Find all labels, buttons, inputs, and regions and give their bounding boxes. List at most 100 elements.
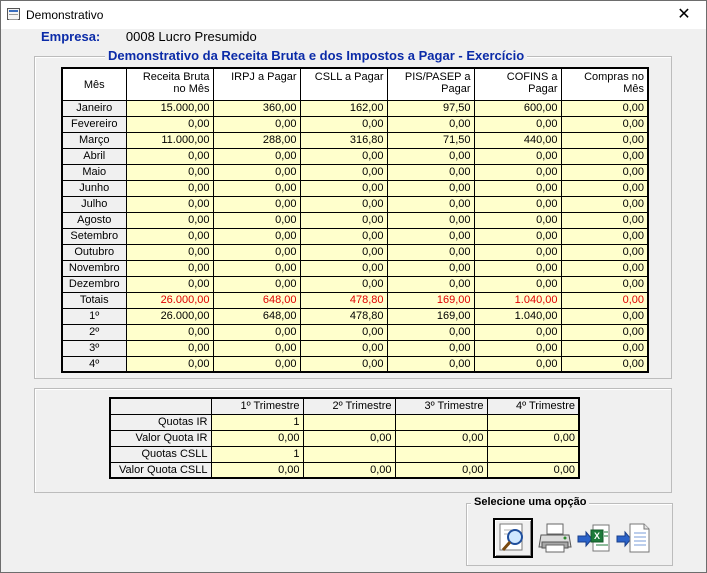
- table-cell[interactable]: 0,00: [299, 275, 388, 293]
- table-cell[interactable]: 0,00: [125, 275, 214, 293]
- table-cell[interactable]: 0,00: [473, 227, 562, 245]
- table-cell[interactable]: 1: [210, 413, 304, 431]
- table-cell[interactable]: 0,00: [212, 211, 301, 229]
- table-cell[interactable]: 0,00: [125, 163, 214, 181]
- table-cell[interactable]: 288,00: [212, 131, 301, 149]
- table-cell[interactable]: 0,00: [386, 211, 475, 229]
- table-cell[interactable]: 0,00: [560, 131, 649, 149]
- table-cell[interactable]: 0,00: [560, 259, 649, 277]
- table-cell[interactable]: 0,00: [473, 275, 562, 293]
- table-cell[interactable]: 0,00: [386, 163, 475, 181]
- table-cell[interactable]: 0,00: [299, 179, 388, 197]
- table-cell[interactable]: [394, 445, 488, 463]
- table-cell[interactable]: 0,00: [212, 323, 301, 341]
- table-cell[interactable]: 0,00: [212, 195, 301, 213]
- table-cell[interactable]: 0,00: [212, 147, 301, 165]
- table-cell[interactable]: 0,00: [560, 227, 649, 245]
- close-button[interactable]: ✕: [662, 1, 706, 29]
- table-cell[interactable]: 0,00: [473, 147, 562, 165]
- table-cell[interactable]: 0,00: [560, 323, 649, 341]
- table-cell[interactable]: 0,00: [386, 323, 475, 341]
- table-cell[interactable]: 0,00: [125, 339, 214, 357]
- table-cell[interactable]: 0,00: [473, 179, 562, 197]
- table-cell[interactable]: 0,00: [299, 355, 388, 373]
- table-cell[interactable]: 0,00: [125, 179, 214, 197]
- table-cell[interactable]: 1.040,00: [473, 291, 562, 309]
- table-cell[interactable]: 169,00: [386, 291, 475, 309]
- table-cell[interactable]: 648,00: [212, 307, 301, 325]
- table-cell[interactable]: 600,00: [473, 99, 562, 117]
- table-cell[interactable]: 0,00: [386, 179, 475, 197]
- table-cell[interactable]: 0,00: [299, 339, 388, 357]
- table-cell[interactable]: 0,00: [212, 227, 301, 245]
- table-cell[interactable]: 0,00: [299, 243, 388, 261]
- table-cell[interactable]: 0,00: [386, 275, 475, 293]
- table-cell[interactable]: 0,00: [212, 243, 301, 261]
- table-cell[interactable]: 0,00: [212, 179, 301, 197]
- table-cell[interactable]: 0,00: [486, 429, 580, 447]
- table-cell[interactable]: 71,50: [386, 131, 475, 149]
- table-cell[interactable]: 26.000,00: [125, 307, 214, 325]
- table-cell[interactable]: 0,00: [386, 339, 475, 357]
- table-cell[interactable]: 0,00: [386, 195, 475, 213]
- table-cell[interactable]: 0,00: [125, 115, 214, 133]
- table-cell[interactable]: 0,00: [386, 259, 475, 277]
- table-cell[interactable]: 0,00: [560, 99, 649, 117]
- table-cell[interactable]: 0,00: [473, 195, 562, 213]
- table-cell[interactable]: 11.000,00: [125, 131, 214, 149]
- print-button[interactable]: [535, 518, 575, 558]
- table-cell[interactable]: 0,00: [386, 115, 475, 133]
- table-cell[interactable]: 15.000,00: [125, 99, 214, 117]
- table-cell[interactable]: 0,00: [302, 461, 396, 479]
- table-cell[interactable]: 0,00: [299, 259, 388, 277]
- table-cell[interactable]: 0,00: [560, 355, 649, 373]
- table-cell[interactable]: 0,00: [560, 339, 649, 357]
- table-cell[interactable]: 0,00: [473, 323, 562, 341]
- table-cell[interactable]: 478,80: [299, 307, 388, 325]
- table-cell[interactable]: 0,00: [212, 163, 301, 181]
- table-cell[interactable]: 0,00: [394, 429, 488, 447]
- table-cell[interactable]: 0,00: [125, 259, 214, 277]
- table-cell[interactable]: 0,00: [473, 163, 562, 181]
- table-cell[interactable]: 0,00: [210, 461, 304, 479]
- table-cell[interactable]: 1.040,00: [473, 307, 562, 325]
- table-cell[interactable]: 0,00: [299, 115, 388, 133]
- table-cell[interactable]: [302, 445, 396, 463]
- table-cell[interactable]: [302, 413, 396, 431]
- table-cell[interactable]: 0,00: [125, 323, 214, 341]
- table-cell[interactable]: [394, 413, 488, 431]
- table-cell[interactable]: [486, 413, 580, 431]
- table-cell[interactable]: 0,00: [212, 115, 301, 133]
- table-cell[interactable]: 169,00: [386, 307, 475, 325]
- table-cell[interactable]: 0,00: [473, 259, 562, 277]
- table-cell[interactable]: 0,00: [299, 163, 388, 181]
- table-cell[interactable]: 0,00: [473, 355, 562, 373]
- table-cell[interactable]: 0,00: [486, 461, 580, 479]
- table-cell[interactable]: 0,00: [560, 211, 649, 229]
- table-cell[interactable]: 316,80: [299, 131, 388, 149]
- export-text-button[interactable]: [613, 518, 653, 558]
- table-cell[interactable]: 0,00: [302, 429, 396, 447]
- table-cell[interactable]: 0,00: [210, 429, 304, 447]
- table-cell[interactable]: 0,00: [560, 195, 649, 213]
- table-cell[interactable]: 0,00: [299, 227, 388, 245]
- preview-button[interactable]: [493, 518, 533, 558]
- table-cell[interactable]: 0,00: [386, 227, 475, 245]
- table-cell[interactable]: 478,80: [299, 291, 388, 309]
- table-cell[interactable]: 0,00: [125, 227, 214, 245]
- table-cell[interactable]: 0,00: [299, 211, 388, 229]
- table-cell[interactable]: 0,00: [299, 147, 388, 165]
- table-cell[interactable]: 26.000,00: [125, 291, 214, 309]
- table-cell[interactable]: 0,00: [386, 243, 475, 261]
- table-cell[interactable]: 0,00: [212, 339, 301, 357]
- table-cell[interactable]: 0,00: [125, 243, 214, 261]
- table-cell[interactable]: 360,00: [212, 99, 301, 117]
- table-cell[interactable]: 0,00: [560, 147, 649, 165]
- table-cell[interactable]: 0,00: [125, 355, 214, 373]
- table-cell[interactable]: 0,00: [560, 179, 649, 197]
- table-cell[interactable]: 0,00: [125, 195, 214, 213]
- table-cell[interactable]: 0,00: [560, 115, 649, 133]
- table-cell[interactable]: 0,00: [560, 275, 649, 293]
- table-cell[interactable]: 0,00: [212, 355, 301, 373]
- table-cell[interactable]: 0,00: [473, 211, 562, 229]
